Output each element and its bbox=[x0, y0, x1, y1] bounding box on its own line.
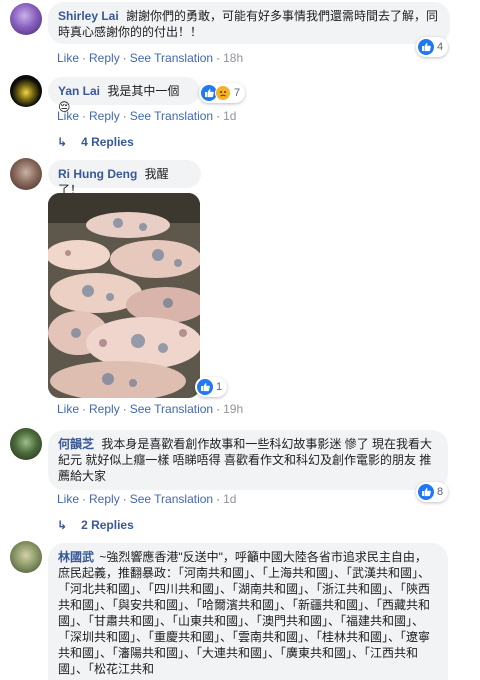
comment-author[interactable]: 林國武 bbox=[58, 550, 94, 564]
see-translation-link[interactable]: See Translation bbox=[130, 402, 213, 416]
view-replies-link[interactable]: ↳ 4 Replies bbox=[57, 135, 134, 149]
replies-label[interactable]: 2 Replies bbox=[81, 518, 134, 532]
like-link[interactable]: Like bbox=[57, 402, 79, 416]
see-translation-link[interactable]: See Translation bbox=[130, 109, 213, 123]
comment-actions: Like · Reply · See Translation · 18h bbox=[57, 51, 244, 65]
like-link[interactable]: Like bbox=[57, 109, 79, 123]
reply-arrow-icon: ↳ bbox=[57, 135, 68, 149]
avatar[interactable] bbox=[10, 541, 42, 573]
like-link[interactable]: Like bbox=[57, 492, 79, 506]
reaction-summary[interactable]: 8 bbox=[416, 482, 449, 502]
avatar[interactable] bbox=[10, 3, 42, 35]
timestamp[interactable]: 19h bbox=[223, 402, 243, 416]
reply-link[interactable]: Reply bbox=[89, 51, 120, 65]
see-translation-link[interactable]: See Translation bbox=[130, 492, 213, 506]
comment-author[interactable]: Ri Hung Deng bbox=[58, 167, 137, 181]
avatar[interactable] bbox=[10, 428, 42, 460]
comment-bubble: 何韻芝 我本身是喜歡看創作故事和一些科幻故事影迷 慘了 現在我看大紀元 就好似上… bbox=[48, 430, 448, 490]
like-link[interactable]: Like bbox=[57, 51, 79, 65]
reaction-count: 4 bbox=[437, 41, 444, 53]
comment-author[interactable]: 何韻芝 bbox=[58, 437, 94, 451]
avatar[interactable] bbox=[10, 75, 42, 107]
reaction-summary[interactable]: 7 bbox=[199, 83, 246, 103]
timestamp[interactable]: 18h bbox=[223, 51, 243, 65]
comment-author[interactable]: Yan Lai bbox=[58, 84, 100, 98]
thumbs-up-icon bbox=[418, 39, 434, 55]
reaction-count: 7 bbox=[234, 87, 241, 99]
view-replies-link[interactable]: ↳ 2 Replies bbox=[57, 518, 134, 532]
reply-arrow-icon: ↳ bbox=[57, 518, 68, 532]
thumbs-up-icon bbox=[197, 379, 213, 395]
timestamp[interactable]: 1d bbox=[223, 109, 236, 123]
reaction-count: 1 bbox=[216, 381, 223, 393]
see-translation-link[interactable]: See Translation bbox=[130, 51, 213, 65]
photo-image bbox=[48, 193, 200, 398]
comment-text: 我本身是喜歡看創作故事和一些科幻故事影迷 慘了 現在我看大紀元 就好似上癮一樣 … bbox=[58, 437, 433, 483]
reaction-count: 8 bbox=[437, 486, 444, 498]
comment-bubble: 林國武 ~強烈響應香港"反送中"，呼籲中國大陸各省市追求民主自由，庶民起義，推翻… bbox=[48, 543, 448, 680]
comment-photo[interactable] bbox=[48, 193, 200, 398]
comment-actions: Like · Reply · See Translation · 19h bbox=[57, 402, 244, 416]
replies-label[interactable]: 4 Replies bbox=[81, 135, 134, 149]
reaction-summary[interactable]: 4 bbox=[416, 37, 449, 57]
sad-face-icon bbox=[215, 85, 231, 101]
thumbs-up-icon bbox=[418, 484, 434, 500]
comment-bubble: Ri Hung Deng 我醒了！ bbox=[48, 160, 201, 197]
comment-actions: Like · Reply · See Translation · 1d bbox=[57, 492, 237, 506]
comment-bubble: Shirley Lai 謝謝你們的勇敢，可能有好多事情我們還需時間去了解，同時真… bbox=[48, 2, 450, 44]
comment-text: ~強烈響應香港"反送中"，呼籲中國大陸各省市追求民主自由，庶民起義，推翻暴政：「… bbox=[58, 550, 431, 676]
reply-link[interactable]: Reply bbox=[89, 109, 120, 123]
reply-link[interactable]: Reply bbox=[89, 402, 120, 416]
comment-actions: Like · Reply · See Translation · 1d bbox=[57, 109, 237, 123]
timestamp[interactable]: 1d bbox=[223, 492, 236, 506]
avatar[interactable] bbox=[10, 158, 42, 190]
comment-author[interactable]: Shirley Lai bbox=[58, 9, 119, 23]
reaction-summary[interactable]: 1 bbox=[195, 377, 228, 397]
reply-link[interactable]: Reply bbox=[89, 492, 120, 506]
comment-bubble: Yan Lai 我是其中一個😔 bbox=[48, 77, 200, 114]
